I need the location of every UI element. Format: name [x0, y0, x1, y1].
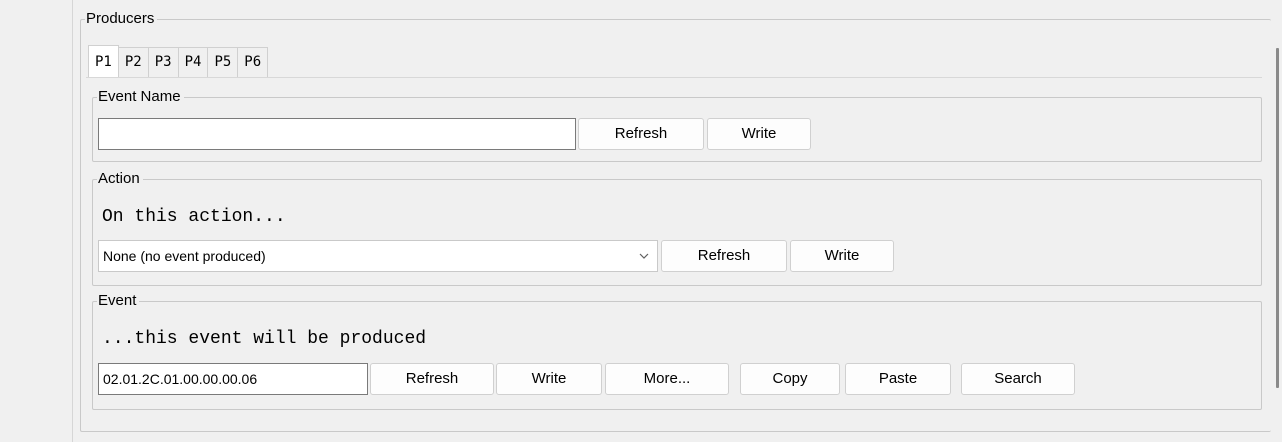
action-refresh-button[interactable]: Refresh — [661, 240, 787, 272]
search-button[interactable]: Search — [961, 363, 1075, 395]
more-button[interactable]: More... — [605, 363, 729, 395]
event-caption: ...this event will be produced — [102, 329, 427, 349]
event-id-input[interactable]: 02.01.2C.01.00.00.00.06 — [98, 363, 368, 395]
event-name-input[interactable] — [98, 118, 576, 150]
tab-p5[interactable]: P5 — [207, 47, 239, 77]
tab-strip-line — [86, 77, 1262, 78]
vertical-scrollbar[interactable] — [1276, 48, 1279, 388]
left-divider — [72, 0, 73, 442]
copy-button[interactable]: Copy — [740, 363, 840, 395]
event-name-legend: Event Name — [98, 88, 181, 105]
event-legend: Event — [98, 292, 137, 309]
action-select-value: None (no event produced) — [103, 248, 266, 264]
event-name-write-button[interactable]: Write — [707, 118, 811, 150]
action-legend: Action — [98, 170, 140, 187]
tab-p3[interactable]: P3 — [147, 47, 179, 77]
action-select[interactable]: None (no event produced) — [98, 240, 658, 272]
event-write-button[interactable]: Write — [496, 363, 602, 395]
chevron-down-icon — [639, 253, 649, 259]
event-refresh-button[interactable]: Refresh — [370, 363, 494, 395]
tab-p1[interactable]: P1 — [88, 45, 119, 77]
action-write-button[interactable]: Write — [790, 240, 894, 272]
producers-legend: Producers — [86, 10, 155, 27]
tab-p2[interactable]: P2 — [117, 47, 149, 77]
producer-tabs: P1 P2 P3 P4 P5 P6 — [88, 45, 269, 77]
action-caption: On this action... — [102, 207, 286, 227]
tab-p6[interactable]: P6 — [237, 47, 269, 77]
event-name-refresh-button[interactable]: Refresh — [578, 118, 704, 150]
paste-button[interactable]: Paste — [845, 363, 951, 395]
tab-p4[interactable]: P4 — [177, 47, 209, 77]
